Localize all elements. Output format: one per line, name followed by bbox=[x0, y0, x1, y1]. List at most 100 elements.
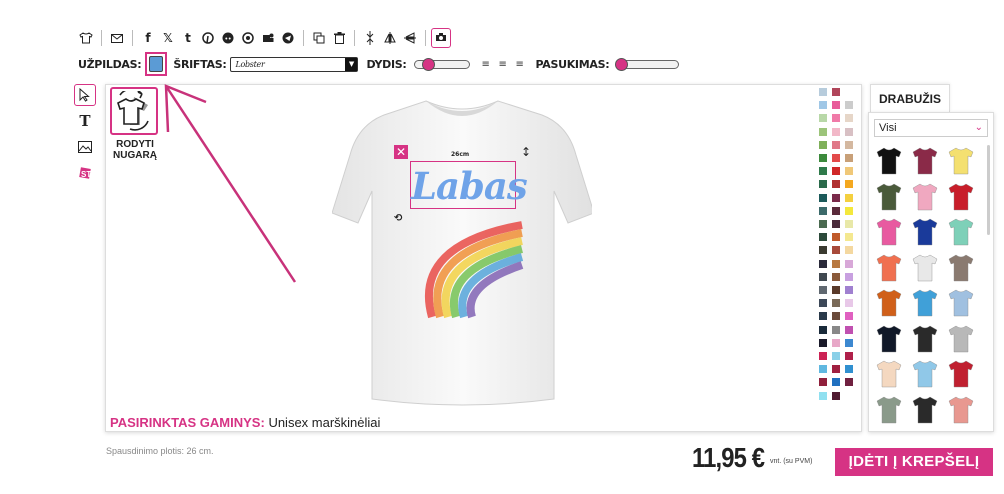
color-swatch[interactable] bbox=[844, 166, 854, 177]
rotate-handle-icon[interactable]: ⟲ bbox=[394, 213, 402, 224]
size-slider[interactable] bbox=[414, 57, 471, 71]
color-swatch[interactable] bbox=[818, 337, 828, 348]
garment-item[interactable] bbox=[947, 217, 975, 247]
color-swatch[interactable] bbox=[844, 377, 854, 388]
color-swatch[interactable] bbox=[818, 232, 828, 243]
teams-icon[interactable] bbox=[258, 28, 278, 48]
color-swatch[interactable] bbox=[818, 271, 828, 282]
flip-horizontal-icon[interactable] bbox=[400, 28, 420, 48]
resize-handle-icon[interactable]: ↕ bbox=[521, 145, 531, 159]
color-swatch[interactable] bbox=[818, 324, 828, 335]
color-swatch[interactable] bbox=[818, 87, 828, 97]
color-swatch[interactable] bbox=[818, 245, 828, 256]
align-right-icon[interactable]: ≡ bbox=[512, 59, 526, 70]
color-swatch[interactable] bbox=[831, 126, 841, 137]
garment-item[interactable] bbox=[875, 324, 903, 354]
color-swatch[interactable] bbox=[831, 179, 841, 190]
color-swatch[interactable] bbox=[831, 205, 841, 216]
color-swatch[interactable] bbox=[844, 205, 854, 216]
garment-item[interactable] bbox=[875, 253, 903, 283]
font-select[interactable]: Lobster ▼ bbox=[230, 56, 359, 72]
color-swatch[interactable] bbox=[844, 245, 854, 256]
color-swatch[interactable] bbox=[831, 351, 841, 361]
clipart-tool-icon[interactable]: ST bbox=[74, 162, 96, 184]
preview-icon[interactable] bbox=[431, 28, 451, 48]
garment-item[interactable] bbox=[947, 324, 975, 354]
color-swatch[interactable] bbox=[831, 153, 841, 163]
rotation-slider[interactable] bbox=[615, 57, 680, 71]
garment-item[interactable] bbox=[911, 146, 939, 176]
design-text[interactable]: Labas bbox=[410, 161, 528, 209]
rotation-slider-knob[interactable] bbox=[615, 57, 629, 71]
color-swatch[interactable] bbox=[818, 377, 828, 388]
size-slider-knob[interactable] bbox=[421, 57, 435, 71]
telegram-icon[interactable] bbox=[278, 28, 298, 48]
garment-item[interactable] bbox=[911, 359, 939, 389]
garment-item[interactable] bbox=[947, 182, 975, 212]
garment-item[interactable] bbox=[875, 395, 903, 425]
color-swatch[interactable] bbox=[831, 364, 841, 375]
color-swatch[interactable] bbox=[844, 271, 854, 282]
color-swatch[interactable] bbox=[831, 192, 841, 203]
email-icon[interactable] bbox=[107, 28, 127, 48]
color-swatch[interactable] bbox=[831, 298, 841, 309]
color-swatch[interactable] bbox=[844, 87, 854, 97]
color-swatch[interactable] bbox=[831, 232, 841, 243]
color-swatch[interactable] bbox=[818, 364, 828, 375]
tshirt-icon[interactable] bbox=[76, 28, 96, 48]
color-swatch[interactable] bbox=[844, 153, 854, 163]
garment-item[interactable] bbox=[947, 253, 975, 283]
color-swatch[interactable] bbox=[844, 139, 854, 150]
color-swatch[interactable] bbox=[844, 364, 854, 375]
garment-filter-select[interactable]: Visi ⌄ bbox=[874, 119, 988, 137]
color-swatch[interactable] bbox=[844, 285, 854, 295]
garment-item[interactable] bbox=[947, 395, 975, 425]
color-swatch[interactable] bbox=[831, 271, 841, 282]
garment-item[interactable] bbox=[911, 253, 939, 283]
reddit-icon[interactable] bbox=[218, 28, 238, 48]
color-swatch[interactable] bbox=[831, 245, 841, 256]
fill-color-swatch[interactable] bbox=[149, 56, 164, 72]
color-swatch[interactable] bbox=[818, 258, 828, 269]
add-to-cart-button[interactable]: ĮDĖTI Į KREPŠELĮ bbox=[835, 448, 993, 476]
color-swatch[interactable] bbox=[831, 377, 841, 388]
garment-item[interactable] bbox=[875, 359, 903, 389]
color-swatch[interactable] bbox=[831, 311, 841, 322]
color-swatch[interactable] bbox=[831, 337, 841, 348]
color-swatch[interactable] bbox=[818, 153, 828, 163]
garment-item[interactable] bbox=[875, 288, 903, 318]
whatsapp-icon[interactable] bbox=[238, 28, 258, 48]
color-swatch[interactable] bbox=[844, 179, 854, 190]
garment-item[interactable] bbox=[911, 395, 939, 425]
color-swatch[interactable] bbox=[831, 87, 841, 97]
x-twitter-icon[interactable]: 𝕏 bbox=[158, 28, 178, 48]
color-swatch[interactable] bbox=[818, 166, 828, 177]
color-swatch[interactable] bbox=[831, 139, 841, 150]
color-swatch[interactable] bbox=[818, 126, 828, 137]
garment-item[interactable] bbox=[947, 288, 975, 318]
align-center-icon[interactable] bbox=[360, 28, 380, 48]
color-swatch[interactable] bbox=[831, 219, 841, 229]
color-swatch[interactable] bbox=[818, 219, 828, 229]
color-swatch[interactable] bbox=[844, 351, 854, 361]
color-swatch[interactable] bbox=[831, 258, 841, 269]
color-swatch[interactable] bbox=[831, 390, 841, 401]
color-swatch[interactable] bbox=[844, 324, 854, 335]
trash-icon[interactable] bbox=[329, 28, 349, 48]
color-swatch[interactable] bbox=[818, 311, 828, 322]
color-swatch[interactable] bbox=[844, 100, 854, 111]
garment-item[interactable] bbox=[911, 324, 939, 354]
copy-icon[interactable] bbox=[309, 28, 329, 48]
tumblr-icon[interactable]: t bbox=[178, 28, 198, 48]
garment-tab[interactable]: DRABUŽIS bbox=[870, 84, 950, 112]
delete-element-icon[interactable]: ✕ bbox=[394, 145, 408, 159]
color-swatch[interactable] bbox=[831, 324, 841, 335]
color-swatch[interactable] bbox=[818, 113, 828, 124]
color-swatch[interactable] bbox=[818, 179, 828, 190]
color-swatch[interactable] bbox=[844, 337, 854, 348]
color-swatch[interactable] bbox=[844, 298, 854, 309]
chevron-down-icon[interactable]: ▼ bbox=[345, 57, 358, 71]
color-swatch[interactable] bbox=[844, 126, 854, 137]
facebook-icon[interactable]: f bbox=[138, 28, 158, 48]
text-tool-icon[interactable]: T bbox=[74, 110, 96, 132]
